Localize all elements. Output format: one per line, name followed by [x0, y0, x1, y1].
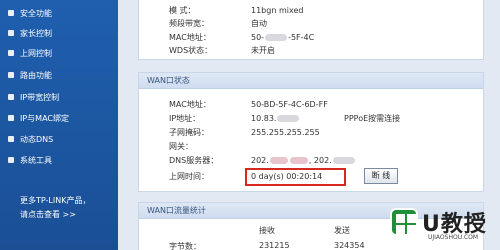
bullet-icon — [8, 115, 14, 121]
bytes-label: 字节数： — [169, 242, 201, 250]
sidebar-item-access-control[interactable]: 上网控制 — [8, 44, 108, 62]
wan-mac-label: MAC地址： — [169, 100, 211, 109]
windows-logo-icon — [390, 208, 418, 236]
bullet-icon — [8, 30, 14, 36]
column-send: 发送 — [334, 226, 350, 235]
gateway-label: 网关： — [169, 142, 193, 151]
sidebar-item-label: 家长控制 — [20, 28, 52, 38]
wan-status-panel: WAN口状态 MAC地址： 50-BD-5F-4C-6D-FF IP地址： 10… — [138, 72, 484, 192]
bullet-icon — [8, 50, 14, 56]
ip-value: 10.83. — [251, 113, 300, 125]
subnet-mask-value: 255.255.255.255 — [251, 128, 320, 137]
bullet-icon — [8, 10, 14, 16]
bytes-send-value: 324354 — [334, 241, 365, 250]
sidebar-item-label: 系统工具 — [20, 155, 52, 165]
sidebar-item-ip-mac-binding[interactable]: IP与MAC绑定 — [8, 109, 108, 127]
main-content: 模 式： 11bgn mixed 频段带宽： 自动 MAC地址： 50- -5F-… — [118, 0, 500, 250]
bandwidth-value: 自动 — [251, 19, 267, 28]
ip-label: IP地址： — [169, 114, 201, 123]
bandwidth-label: 频段带宽： — [169, 19, 209, 28]
column-receive: 接收 — [259, 226, 275, 235]
promo-line: 更多TP-LINK产品， — [20, 196, 91, 205]
subnet-mask-label: 子网掩码： — [169, 128, 209, 137]
wireless-mac-value: 50- -5F-4C — [251, 33, 315, 42]
sidebar: 安全功能 家长控制 上网控制 路由功能 IP带宽控制 IP与MAC绑定 动态DN… — [0, 0, 118, 250]
sidebar-item-label: 动态DNS — [20, 134, 54, 144]
sidebar-item-label: IP与MAC绑定 — [20, 113, 70, 123]
dns-value: 202., 202. — [251, 155, 356, 167]
bullet-icon — [8, 94, 14, 100]
bullet-icon — [8, 157, 14, 163]
dns-label: DNS服务器： — [169, 156, 219, 165]
wds-value: 未开启 — [251, 46, 275, 55]
sidebar-item-ddns[interactable]: 动态DNS — [8, 130, 108, 148]
uptime-label: 上网时间： — [169, 172, 209, 181]
wan-status-title: WAN口状态 — [139, 73, 483, 89]
connection-type: PPPoE按需连接 — [344, 114, 401, 123]
watermark-logo: U教授 UJIAOSHOU.COM — [390, 204, 494, 244]
sidebar-item-routing[interactable]: 路由功能 — [8, 66, 108, 84]
sidebar-item-label: 路由功能 — [20, 70, 52, 80]
sidebar-item-label: 安全功能 — [20, 8, 52, 18]
wireless-mac-label: MAC地址： — [169, 33, 211, 42]
sidebar-item-label: 上网控制 — [20, 48, 52, 58]
sidebar-item-security[interactable]: 安全功能 — [8, 4, 108, 22]
sidebar-item-label: IP带宽控制 — [20, 92, 60, 102]
wds-label: WDS状态： — [169, 46, 213, 55]
wireless-status-panel: 模 式： 11bgn mixed 频段带宽： 自动 MAC地址： 50- -5F-… — [138, 0, 484, 60]
mode-value: 11bgn mixed — [251, 6, 304, 15]
promo-link[interactable]: 请点击查看 >> — [20, 208, 116, 222]
sidebar-item-parental-control[interactable]: 家长控制 — [8, 24, 108, 42]
uptime-value: 0 day(s) 00:20:14 — [251, 172, 323, 181]
watermark-url: UJIAOSHOU.COM — [428, 234, 479, 241]
disconnect-button[interactable]: 断 线 — [364, 168, 398, 184]
more-products-link[interactable]: 更多TP-LINK产品， 请点击查看 >> — [20, 194, 116, 222]
wan-mac-value: 50-BD-5F-4C-6D-FF — [251, 100, 328, 109]
sidebar-item-system-tools[interactable]: 系统工具 — [8, 151, 108, 169]
bytes-receive-value: 231215 — [259, 241, 290, 250]
mode-label: 模 式： — [169, 6, 196, 15]
bullet-icon — [8, 72, 14, 78]
sidebar-item-ip-bandwidth[interactable]: IP带宽控制 — [8, 88, 108, 106]
bullet-icon — [8, 136, 14, 142]
